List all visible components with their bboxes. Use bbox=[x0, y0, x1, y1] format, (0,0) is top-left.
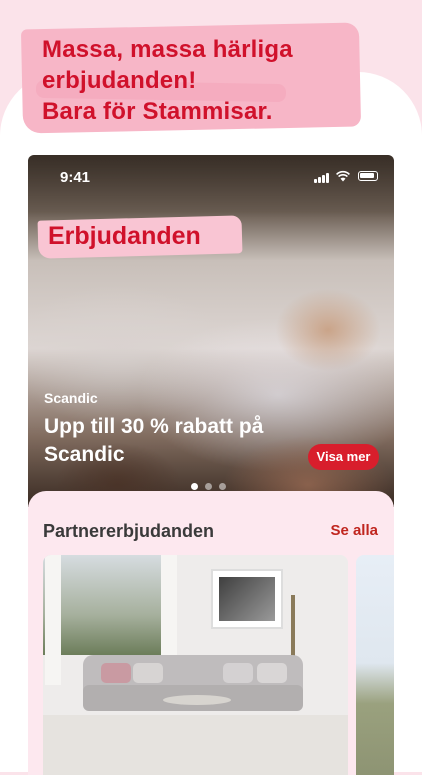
partners-heading: Partnererbjudanden bbox=[43, 521, 215, 541]
visa-mer-button[interactable]: Visa mer bbox=[308, 444, 379, 470]
offer-title[interactable]: Upp till 30 % rabatt på Scandic bbox=[44, 413, 294, 469]
room-window-image bbox=[43, 555, 173, 655]
offer-brand: Scandic bbox=[44, 390, 98, 406]
section-title-badge: Erbjudanden bbox=[37, 215, 244, 259]
carousel-indicator[interactable] bbox=[191, 477, 233, 490]
section-title: Erbjudanden bbox=[48, 222, 201, 250]
carousel-dot[interactable] bbox=[219, 483, 226, 490]
app-screen: 9:41 Erbjudanden Scandic Upp till 30 % r… bbox=[28, 155, 394, 775]
promo-line-3: Bara för Stammisar. bbox=[42, 98, 273, 125]
status-time: 9:41 bbox=[60, 169, 91, 186]
promo-line-2: erbjudanden! bbox=[42, 67, 197, 94]
see-all-link[interactable]: Se alla bbox=[330, 522, 378, 539]
promo-line-1: Massa, massa härliga bbox=[42, 36, 293, 63]
carousel-dot[interactable] bbox=[205, 483, 212, 490]
partner-offers-section: Partnererbjudanden Se alla bbox=[28, 491, 394, 775]
partner-offer-card[interactable] bbox=[43, 555, 348, 775]
cellular-signal-icon bbox=[314, 173, 330, 183]
status-bar: 9:41 bbox=[28, 155, 394, 199]
wall-art-image bbox=[211, 569, 283, 629]
battery-icon bbox=[358, 171, 378, 181]
promo-headline: Massa, massa härliga erbjudanden! Bara f… bbox=[20, 22, 362, 134]
partner-offer-card-next[interactable] bbox=[356, 555, 394, 775]
carousel-dot-active[interactable] bbox=[191, 483, 198, 490]
wifi-icon bbox=[336, 170, 350, 182]
